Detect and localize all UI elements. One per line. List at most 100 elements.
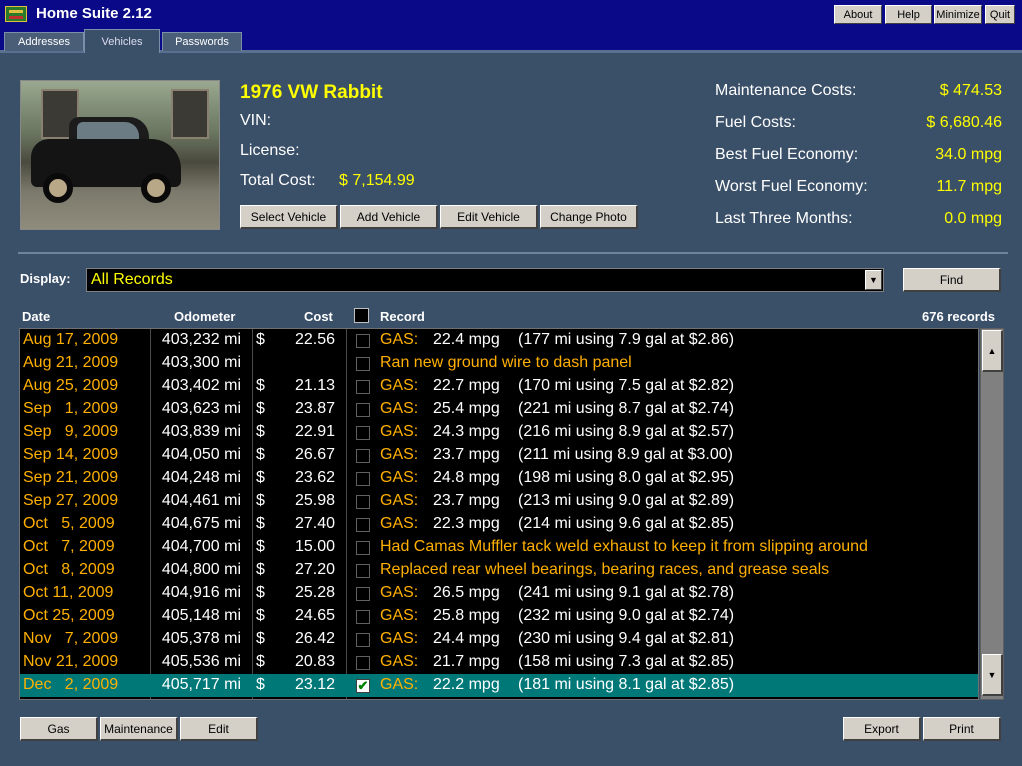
row-mpg: 24.8 mpg [433,469,500,486]
row-checkbox[interactable] [356,426,370,440]
minimize-button[interactable]: Minimize [934,5,982,24]
row-currency: $ [256,515,265,532]
edit-button[interactable]: Edit [180,717,258,741]
find-button[interactable]: Find [903,268,1001,292]
print-button[interactable]: Print [923,717,1001,741]
row-checkbox[interactable] [356,449,370,463]
row-checkbox[interactable] [356,472,370,486]
export-button[interactable]: Export [843,717,921,741]
table-row[interactable]: Oct 7, 2009 404,700 mi $15.00 Had Camas Muf… [20,536,978,559]
header-date[interactable]: Date [22,309,50,324]
chevron-down-icon[interactable]: ▼ [865,270,882,290]
row-currency: $ [256,538,265,555]
about-button[interactable]: About [834,5,882,24]
row-currency: $ [256,400,265,417]
vehicle-photo [20,80,220,230]
row-type: GAS: [380,584,419,601]
row-mpg: 22.7 mpg [433,377,500,394]
row-type: GAS: [380,469,419,486]
row-checkbox[interactable] [356,656,370,670]
row-odometer: 405,148 mi [161,607,241,624]
worst-fuel-economy-value: 11.7 mpg [936,178,1002,195]
row-cost: 22.91 [294,423,335,440]
table-row[interactable]: Aug 17, 2009 403,232 mi $22.56 GAS: 22.4 mpg… [20,329,978,352]
row-currency: $ [256,492,265,509]
row-date: Aug 17, 2009 [23,331,119,348]
row-type: GAS: [380,630,419,647]
row-checkbox[interactable]: ✔ [356,679,370,693]
row-checkbox[interactable] [356,518,370,532]
last-three-months-value: 0.0 mpg [944,210,1002,227]
worst-fuel-economy-label: Worst Fuel Economy: [715,178,868,195]
row-odometer: 404,248 mi [161,469,241,486]
row-cost: 15.00 [294,538,335,555]
table-row[interactable]: Oct 5, 2009 404,675 mi $27.40 GAS: 22.3 mpg (… [20,513,978,536]
help-button[interactable]: Help [885,5,932,24]
display-select[interactable]: All Records ▼ [86,268,884,292]
row-mpg: 22.2 mpg [433,676,500,693]
select-vehicle-button[interactable]: Select Vehicle [240,205,338,229]
row-checkbox[interactable] [356,334,370,348]
total-cost-value: $ 7,154.99 [339,172,415,189]
table-row[interactable]: Aug 21, 2009 403,300 mi Ran new ground wir… [20,352,978,375]
row-odometer: 404,675 mi [161,515,241,532]
row-currency: $ [256,423,265,440]
records-table[interactable]: Aug 17, 2009 403,232 mi $22.56 GAS: 22.4 mpg… [19,328,979,700]
header-record[interactable]: Record [380,309,425,324]
table-row[interactable]: Sep 21, 2009 404,248 mi $23.62 GAS: 24.8 mpg… [20,467,978,490]
header-odometer[interactable]: Odometer [174,309,235,324]
table-row[interactable]: Dec 2, 2009 405,717 mi $23.12 ✔ GAS: 22.2 mpg… [20,674,978,697]
fuel-costs-label: Fuel Costs: [715,114,796,131]
row-checkbox[interactable] [356,541,370,555]
table-row[interactable]: Nov 7, 2009 405,378 mi $26.42 GAS: 24.4 mpg (… [20,628,978,651]
gas-button[interactable]: Gas [20,717,98,741]
row-odometer: 404,461 mi [161,492,241,509]
total-cost-label: Total Cost: [240,172,316,189]
tab-addresses[interactable]: Addresses [4,32,84,51]
table-row[interactable]: Sep 9, 2009 403,839 mi $22.91 GAS: 24.3 mpg (… [20,421,978,444]
table-row[interactable]: Oct 25, 2009 405,148 mi $24.65 GAS: 25.8 mpg… [20,605,978,628]
maintenance-button[interactable]: Maintenance [100,717,178,741]
row-checkbox[interactable] [356,357,370,371]
header-cost[interactable]: Cost [304,309,333,324]
table-row[interactable]: Nov 21, 2009 405,536 mi $20.83 GAS: 21.7 mpg… [20,651,978,674]
panel-divider [18,252,1008,254]
table-row[interactable]: Aug 25, 2009 403,402 mi $21.13 GAS: 22.7 mpg… [20,375,978,398]
table-row[interactable]: Sep 14, 2009 404,050 mi $26.67 GAS: 23.7 mpg… [20,444,978,467]
row-cost: 25.28 [294,584,335,601]
display-selected-value: All Records [91,271,173,288]
row-date: Dec 2, 2009 [23,676,119,693]
row-date: Sep 21, 2009 [23,469,119,486]
change-photo-button[interactable]: Change Photo [540,205,638,229]
row-checkbox[interactable] [356,610,370,624]
tab-vehicles[interactable]: Vehicles [84,29,160,53]
row-checkbox[interactable] [356,587,370,601]
app-title: Home Suite 2.12 [36,5,152,22]
scroll-up-icon[interactable]: ▲ [982,330,1003,372]
row-checkbox[interactable] [356,403,370,417]
row-detail: (230 mi using 9.4 gal at $2.81) [518,630,735,647]
scroll-down-icon[interactable]: ▼ [982,654,1003,696]
header-select-all-checkbox[interactable] [354,308,369,323]
edit-vehicle-button[interactable]: Edit Vehicle [440,205,538,229]
row-mpg: 24.4 mpg [433,630,500,647]
row-checkbox[interactable] [356,380,370,394]
row-detail: (232 mi using 9.0 gal at $2.74) [518,607,735,624]
table-row[interactable]: Sep 1, 2009 403,623 mi $23.87 GAS: 25.4 mpg (… [20,398,978,421]
row-type: GAS: [380,515,419,532]
table-row[interactable]: Oct 8, 2009 404,800 mi $27.20 Replaced rear… [20,559,978,582]
maintenance-costs-value: $ 474.53 [939,82,1002,99]
table-row[interactable]: Oct 11, 2009 404,916 mi $25.28 GAS: 26.5 mpg… [20,582,978,605]
table-row[interactable]: Sep 27, 2009 404,461 mi $25.98 GAS: 23.7 mpg… [20,490,978,513]
row-type: GAS: [380,653,419,670]
quit-button[interactable]: Quit [985,5,1015,24]
add-vehicle-button[interactable]: Add Vehicle [340,205,438,229]
row-cost: 24.65 [294,607,335,624]
row-checkbox[interactable] [356,495,370,509]
scrollbar-track[interactable] [982,373,1003,649]
row-checkbox[interactable] [356,633,370,647]
row-checkbox[interactable] [356,564,370,578]
row-detail: (158 mi using 7.3 gal at $2.85) [518,653,735,670]
tab-passwords[interactable]: Passwords [162,32,242,51]
records-scrollbar[interactable]: ▲ ▼ [980,328,1004,700]
